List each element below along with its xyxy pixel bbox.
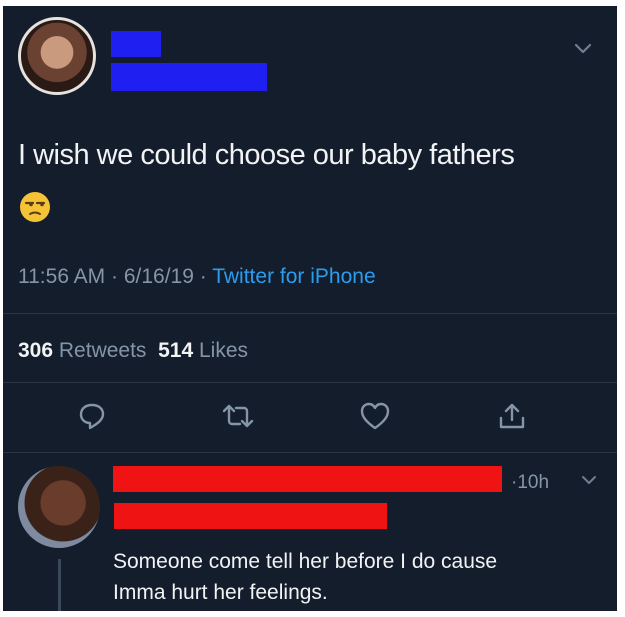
tweet-stats: 306 Retweets 514 Likes bbox=[18, 339, 248, 363]
retweets-label: Retweets bbox=[58, 339, 147, 362]
tweet-meta: 11:56 AM · 6/16/19 · Twitter for iPhone bbox=[18, 265, 376, 289]
like-icon[interactable] bbox=[359, 401, 391, 431]
redacted-reply-mention bbox=[114, 503, 387, 529]
reply-icon[interactable] bbox=[77, 401, 107, 431]
thread-line bbox=[58, 559, 61, 611]
meta-separator: · bbox=[193, 265, 213, 288]
tweet-time: 11:56 AM bbox=[18, 265, 106, 288]
reply-author-avatar[interactable] bbox=[18, 466, 100, 548]
tweet-screenshot: I wish we could choose our baby fathers … bbox=[3, 6, 617, 611]
retweets-count: 306 bbox=[18, 339, 54, 362]
meta-separator: · bbox=[105, 265, 124, 288]
author-avatar[interactable] bbox=[18, 17, 96, 95]
redacted-author-handle bbox=[111, 63, 267, 91]
reply-text-line: Someone come tell her before I do cause bbox=[113, 550, 498, 573]
divider bbox=[3, 382, 617, 383]
share-icon[interactable] bbox=[497, 401, 527, 431]
redacted-author-name bbox=[111, 31, 161, 57]
likes-count: 514 bbox=[158, 339, 194, 362]
divider bbox=[3, 452, 617, 453]
retweet-icon[interactable] bbox=[221, 401, 255, 431]
reply-text: Someone come tell her before I do cause … bbox=[113, 546, 593, 608]
tweet-text: I wish we could choose our baby fathers bbox=[18, 139, 515, 171]
unamused-face-icon bbox=[19, 191, 51, 228]
tweet-source-link[interactable]: Twitter for iPhone bbox=[212, 265, 375, 288]
retweets-stat[interactable]: 306 Retweets bbox=[18, 339, 146, 362]
likes-label: Likes bbox=[199, 339, 249, 362]
redacted-reply-author bbox=[113, 466, 502, 492]
tweet-date: 6/16/19 bbox=[123, 265, 194, 288]
reply-time: ·10h bbox=[511, 472, 550, 493]
divider bbox=[3, 313, 617, 314]
likes-stat[interactable]: 514 Likes bbox=[158, 339, 248, 362]
chevron-down-icon[interactable] bbox=[573, 42, 593, 56]
chevron-down-icon[interactable] bbox=[581, 475, 597, 487]
reply-text-line: Imma hurt her feelings. bbox=[113, 581, 328, 604]
